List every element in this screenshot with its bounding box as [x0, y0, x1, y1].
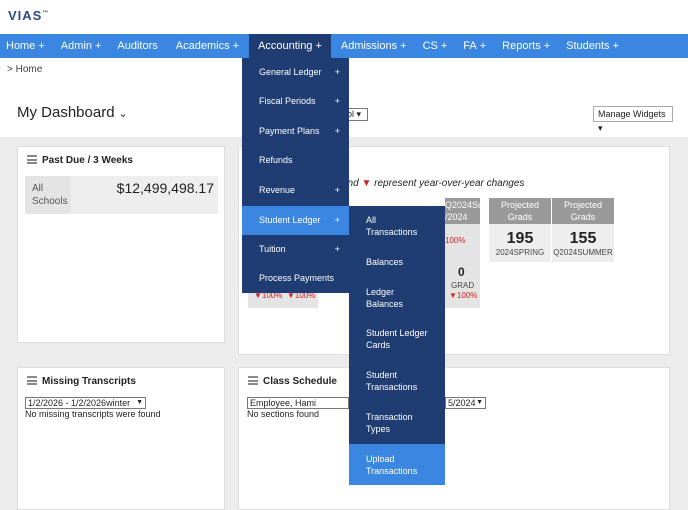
accounting-dropdown: General Ledger + Fiscal Periods + Payment … — [242, 58, 349, 293]
widget-icon — [27, 155, 37, 164]
pct-change: 100% — [445, 236, 466, 245]
nav-home[interactable]: Home + — [0, 34, 51, 58]
card-header-partial: Q2024Summer/2024 — [445, 198, 507, 224]
term-date-select[interactable]: 5/2024 ▼ — [445, 397, 486, 409]
student-ledger-submenu: All Transactions Balances Ledger Balance… — [349, 206, 445, 485]
nav-fa[interactable]: FA + — [453, 34, 492, 58]
menu-ledger-balances[interactable]: Ledger Balances — [349, 278, 445, 318]
nav-admin[interactable]: Admin + — [51, 34, 108, 58]
missing-transcripts-title: Missing Transcripts — [42, 376, 136, 387]
chevron-down-icon[interactable]: ⌄ — [119, 108, 128, 120]
chevron-down-icon: ▼ — [476, 399, 483, 406]
menu-student-ledger-cards[interactable]: Student Ledger Cards — [349, 318, 445, 360]
nav-academics[interactable]: Academics + — [164, 34, 245, 58]
past-due-title: Past Due / 3 Weeks — [42, 155, 133, 166]
grad-label: GRAD — [451, 281, 475, 290]
card-term: 2024SPRING — [495, 248, 545, 257]
menu-revenue[interactable]: Revenue + — [242, 176, 349, 205]
menu-fiscal-periods[interactable]: Fiscal Periods + — [242, 87, 349, 116]
menu-all-transactions[interactable]: All Transactions — [349, 206, 445, 246]
dashboard-title[interactable]: My Dashboard ⌄ — [17, 104, 128, 121]
chevron-down-icon: ▼ — [136, 399, 143, 406]
card-body: 195 2024SPRING — [489, 224, 551, 262]
breadcrumb[interactable]: > Home — [7, 64, 42, 75]
card-header: Projected Grads — [552, 198, 614, 224]
employee-select[interactable]: Employee, Hami — [247, 397, 349, 409]
menu-student-ledger[interactable]: Student Ledger + — [242, 206, 349, 235]
nav-accounting[interactable]: Accounting + — [249, 34, 331, 58]
missing-transcripts-message: No missing transcripts were found — [25, 409, 161, 419]
top-bar: VIAS™ — [0, 0, 688, 34]
card-value: 155 — [569, 230, 597, 247]
class-schedule-message: No sections found — [247, 409, 320, 419]
missing-transcripts-panel — [17, 367, 225, 510]
menu-payment-plans[interactable]: Payment Plans + — [242, 117, 349, 146]
past-due-label: All Schools — [32, 183, 68, 207]
nav-auditors[interactable]: Auditors — [107, 34, 163, 58]
past-due-row[interactable]: All Schools $12,499,498.17 — [25, 176, 218, 214]
menu-transaction-types[interactable]: Transaction Types — [349, 402, 445, 444]
menu-upload-transactions[interactable]: Upload Transactions — [349, 444, 445, 485]
nav-cs[interactable]: CS + — [413, 34, 454, 58]
widget-icon — [248, 376, 258, 385]
pct-change: ▼100% — [449, 291, 478, 300]
class-schedule-panel — [238, 367, 670, 510]
grad-count: 0 — [458, 265, 465, 279]
card-value: 195 — [506, 230, 534, 247]
menu-balances[interactable]: Balances — [349, 246, 445, 278]
class-schedule-title: Class Schedule — [263, 376, 337, 387]
manage-widgets-button[interactable]: Manage Widgets ▾ — [593, 106, 673, 133]
term-select[interactable]: 1/2/2026 - 1/2/2026winter ▼ — [25, 397, 146, 409]
projected-grads-card[interactable]: Projected Grads 195 2024SPRING — [489, 198, 551, 262]
nav-admissions[interactable]: Admissions + — [331, 34, 413, 58]
nav-students[interactable]: Students + — [556, 34, 625, 58]
menu-student-transactions[interactable]: Student Transactions — [349, 360, 445, 402]
card-header: Projected Grads — [489, 198, 551, 224]
card-body: 155 Q2024SUMMER — [552, 224, 614, 262]
projected-grads-card[interactable]: Projected Grads 155 Q2024SUMMER — [552, 198, 614, 262]
menu-process-payments[interactable]: Process Payments — [242, 264, 349, 293]
menu-refunds[interactable]: Refunds — [242, 146, 349, 175]
yoy-note: and ▼ represent year-over-year changes — [342, 178, 525, 189]
card-term: Q2024SUMMER — [553, 248, 613, 257]
menu-tuition[interactable]: Tuition + — [242, 235, 349, 264]
app-logo[interactable]: VIAS™ — [8, 8, 49, 23]
past-due-value: $12,499,498.17 — [71, 176, 218, 214]
widget-icon — [27, 376, 37, 385]
menu-general-ledger[interactable]: General Ledger + — [242, 58, 349, 87]
nav-reports[interactable]: Reports + — [492, 34, 556, 58]
main-nav: Home + Admin + Auditors Academics + Account… — [0, 34, 688, 58]
